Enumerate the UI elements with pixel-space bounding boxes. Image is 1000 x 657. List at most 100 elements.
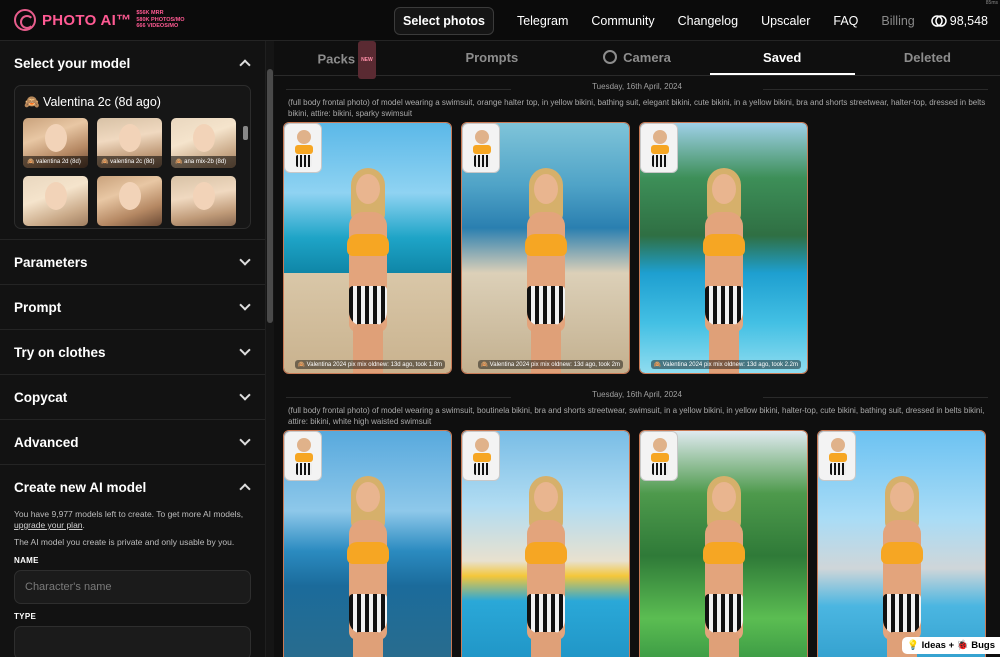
- chevron-down-icon: [239, 389, 251, 401]
- generated-photo[interactable]: [283, 430, 452, 657]
- photo-group: Tuesday, 16th April, 2024 (full body fro…: [274, 390, 1000, 657]
- model-figure: [693, 476, 755, 657]
- model-thumb[interactable]: [171, 176, 236, 226]
- model-thumb[interactable]: [23, 176, 88, 226]
- new-badge: NEW: [358, 41, 376, 79]
- model-thumb[interactable]: 🙈 valentina 2c (8d): [97, 118, 162, 168]
- model-thumb[interactable]: 🙈 valentina 2d (8d): [23, 118, 88, 168]
- create-model-title: Create new AI model: [14, 479, 147, 495]
- photo-group: Tuesday, 16th April, 2024 (full body fro…: [274, 82, 1000, 376]
- chevron-down-icon: [239, 254, 251, 266]
- tab-saved[interactable]: Saved: [709, 41, 855, 75]
- logo-icon: [14, 9, 36, 31]
- tab-bar: Packs NEW Prompts Camera Saved Deleted: [274, 41, 1000, 79]
- nav-community[interactable]: Community: [591, 14, 654, 28]
- credits-counter[interactable]: 98,548: [931, 14, 988, 28]
- chevron-down-icon: [239, 344, 251, 356]
- model-figure: [337, 168, 399, 373]
- try-on-section: Try on clothes: [0, 330, 265, 375]
- coins-icon: [931, 14, 947, 27]
- nav-faq[interactable]: FAQ: [833, 14, 858, 28]
- reference-thumb[interactable]: [284, 431, 322, 481]
- try-on-title: Try on clothes: [14, 344, 106, 360]
- generated-photo[interactable]: 🙈 Valentina 2024 pix mix oldnew: 13d ago…: [639, 122, 808, 374]
- parameters-title: Parameters: [14, 254, 88, 270]
- sidebar-scroll-thumb[interactable]: [267, 69, 273, 323]
- photo-row: 🙈 Valentina 2024 pix mix oldnew: 13d ago…: [274, 122, 1000, 376]
- logo-stats: $56K MRR 580K PHOTOS/MO 666 VIDEOS/MO: [136, 10, 185, 30]
- model-figure: [515, 476, 577, 657]
- generated-photo[interactable]: [639, 430, 808, 657]
- copycat-title: Copycat: [14, 389, 68, 405]
- nav-billing[interactable]: Billing: [881, 14, 914, 28]
- advanced-section: Advanced: [0, 420, 265, 465]
- feedback-button[interactable]: 💡 Ideas + 🐞 Bugs: [902, 637, 1000, 654]
- nav-changelog[interactable]: Changelog: [678, 14, 738, 28]
- group-prompt: (full body frontal photo) of model weari…: [288, 406, 985, 426]
- type-field[interactable]: [14, 626, 251, 657]
- name-label: NAME: [14, 556, 39, 565]
- logo-text: PHOTO AI™: [42, 11, 132, 29]
- camera-icon: [603, 50, 618, 64]
- model-figure: [693, 168, 755, 373]
- advanced-header[interactable]: Advanced: [0, 420, 265, 464]
- model-figure: [515, 168, 577, 373]
- reference-thumb[interactable]: [462, 431, 500, 481]
- logo[interactable]: PHOTO AI™ $56K MRR 580K PHOTOS/MO 666 VI…: [14, 9, 185, 31]
- latency-indicator: 85ms: [985, 0, 998, 6]
- main-nav: Select photos Telegram Community Changel…: [393, 6, 988, 35]
- create-model-header[interactable]: Create new AI model: [0, 465, 265, 509]
- main-content: Packs NEW Prompts Camera Saved Deleted Tu…: [274, 41, 1000, 657]
- copycat-section: Copycat: [0, 375, 265, 420]
- reference-thumb[interactable]: [640, 123, 678, 173]
- upgrade-plan-link[interactable]: upgrade your plan: [14, 520, 83, 530]
- generated-photo[interactable]: 🙈 Valentina 2024 pix mix oldnew: 13d ago…: [283, 122, 452, 374]
- photo-caption: 🙈 Valentina 2024 pix mix oldnew: 13d ago…: [477, 360, 623, 369]
- model-list-scrollbar[interactable]: [243, 126, 248, 140]
- group-date: Tuesday, 16th April, 2024: [274, 390, 1000, 404]
- select-model-section: Select your model 🙈 Valentina 2c (8d ago…: [0, 41, 265, 240]
- group-prompt: (full body frontal photo) of model weari…: [288, 98, 986, 118]
- privacy-text: The AI model you create is private and o…: [14, 537, 235, 547]
- tab-camera[interactable]: Camera: [564, 41, 709, 75]
- reference-thumb[interactable]: [462, 123, 500, 173]
- select-photos-button[interactable]: Select photos: [393, 6, 494, 35]
- prompt-header[interactable]: Prompt: [0, 285, 265, 329]
- model-figure: [337, 476, 399, 657]
- generated-photo[interactable]: [817, 430, 986, 657]
- tab-prompts[interactable]: Prompts: [419, 41, 564, 75]
- chevron-down-icon: [239, 434, 251, 446]
- try-on-header[interactable]: Try on clothes: [0, 330, 265, 374]
- model-thumb[interactable]: 🙈 ana mix-2b (8d): [171, 118, 236, 168]
- create-model-body: You have 9,977 models left to create. To…: [0, 509, 265, 657]
- chevron-down-icon: [239, 299, 251, 311]
- parameters-section: Parameters: [0, 240, 265, 285]
- tab-deleted[interactable]: Deleted: [855, 41, 1000, 75]
- nav-upscaler[interactable]: Upscaler: [761, 14, 810, 28]
- select-model-title: Select your model: [14, 55, 131, 71]
- character-name-input[interactable]: [14, 570, 251, 604]
- reference-thumb[interactable]: [818, 431, 856, 481]
- generated-photo[interactable]: [461, 430, 630, 657]
- selected-model[interactable]: 🙈 Valentina 2c (8d ago): [15, 86, 250, 118]
- tab-packs[interactable]: Packs NEW: [274, 41, 419, 79]
- select-model-header[interactable]: Select your model: [0, 41, 265, 85]
- chevron-up-icon: [239, 59, 251, 71]
- photo-caption: 🙈 Valentina 2024 pix mix oldnew: 13d ago…: [650, 360, 801, 369]
- parameters-header[interactable]: Parameters: [0, 240, 265, 284]
- generated-photo[interactable]: 🙈 Valentina 2024 pix mix oldnew: 13d ago…: [461, 122, 630, 374]
- chevron-up-icon: [239, 483, 251, 495]
- sidebar-scrollbar[interactable]: [266, 41, 274, 657]
- model-thumbnails: 🙈 valentina 2d (8d) 🙈 valentina 2c (8d) …: [15, 118, 250, 226]
- sidebar: Select your model 🙈 Valentina 2c (8d ago…: [0, 41, 266, 657]
- model-picker[interactable]: 🙈 Valentina 2c (8d ago) 🙈 valentina 2d (…: [14, 85, 251, 229]
- copycat-header[interactable]: Copycat: [0, 375, 265, 419]
- top-bar: PHOTO AI™ $56K MRR 580K PHOTOS/MO 666 VI…: [0, 0, 1000, 41]
- model-thumb[interactable]: [97, 176, 162, 226]
- group-date: Tuesday, 16th April, 2024: [274, 82, 1000, 96]
- models-left-text: You have 9,977 models left to create. To…: [14, 509, 244, 530]
- photo-caption: 🙈 Valentina 2024 pix mix oldnew: 13d ago…: [294, 360, 445, 369]
- nav-telegram[interactable]: Telegram: [517, 14, 568, 28]
- reference-thumb[interactable]: [284, 123, 322, 173]
- reference-thumb[interactable]: [640, 431, 678, 481]
